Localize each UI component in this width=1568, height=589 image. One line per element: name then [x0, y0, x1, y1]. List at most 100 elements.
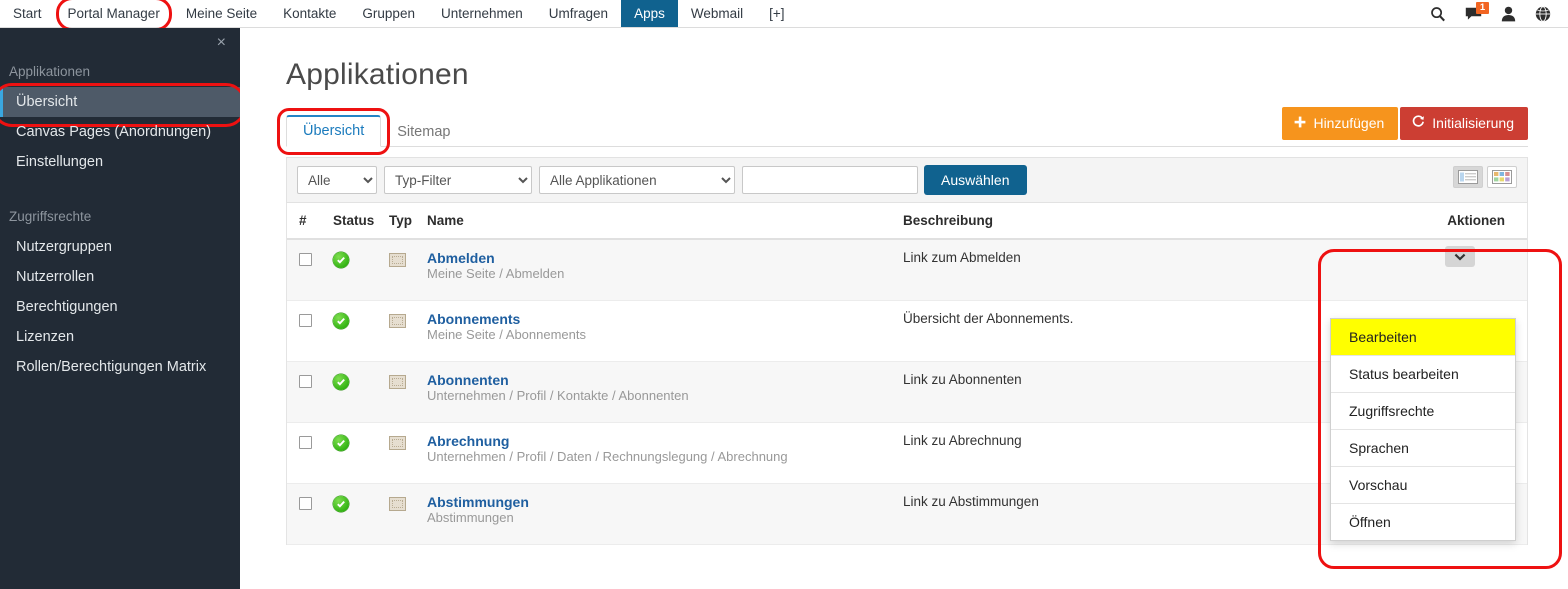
main-content: Applikationen Übersicht Sitemap Hinzufüg… — [240, 28, 1568, 589]
row-name-cell: Abmelden Meine Seite / Abmelden — [427, 250, 903, 281]
menu-item-sprachen[interactable]: Sprachen — [1331, 430, 1515, 467]
nav-item-start[interactable]: Start — [0, 0, 55, 27]
row-checkbox[interactable] — [299, 253, 312, 266]
filter-select-applications[interactable]: Alle Applikationen — [539, 166, 735, 194]
select-button[interactable]: Auswählen — [924, 165, 1027, 195]
sidebar-item-berechtigungen[interactable]: Berechtigungen — [0, 292, 240, 322]
row-name-cell: Abonnenten Unternehmen / Profil / Kontak… — [427, 372, 903, 403]
row-type-cell — [389, 311, 427, 328]
application-name-link[interactable]: Abstimmungen — [427, 494, 903, 510]
add-button[interactable]: Hinzufügen — [1282, 107, 1399, 140]
row-checkbox[interactable] — [299, 314, 312, 327]
nav-item-unternehmen[interactable]: Unternehmen — [428, 0, 536, 27]
row-checkbox[interactable] — [299, 497, 312, 510]
menu-item-oeffnen[interactable]: Öffnen — [1331, 504, 1515, 540]
search-icon[interactable] — [1429, 5, 1447, 23]
actions-dropdown-menu: Bearbeiten Status bearbeiten Zugriffsrec… — [1330, 318, 1516, 541]
search-input[interactable] — [742, 166, 918, 194]
sidebar-item-uebersicht[interactable]: Übersicht — [0, 83, 240, 127]
nav-item-portal-manager[interactable]: Portal Manager — [55, 0, 173, 31]
chevron-down-icon[interactable] — [1445, 246, 1475, 267]
close-icon[interactable]: × — [217, 35, 226, 51]
row-description: Link zu Abrechnung — [903, 433, 1022, 448]
plus-icon — [1294, 115, 1306, 131]
filter-select-all[interactable]: Alle — [297, 166, 377, 194]
nav-item-meine-seite[interactable]: Meine Seite — [173, 0, 270, 27]
status-active-icon — [333, 252, 349, 268]
row-checkbox[interactable] — [299, 375, 312, 388]
grid-view-icon[interactable] — [1487, 166, 1517, 188]
application-path: Abstimmungen — [427, 510, 514, 525]
refresh-icon — [1412, 115, 1425, 131]
row-status-cell — [333, 250, 389, 268]
page-icon — [389, 436, 406, 450]
sidebar-item-canvas-pages[interactable]: Canvas Pages (Anordnungen) — [0, 117, 240, 147]
application-path: Unternehmen / Profil / Daten / Rechnungs… — [427, 449, 788, 464]
sidebar-item-rollen-berechtigungen-matrix[interactable]: Rollen/Berechtigungen Matrix — [0, 352, 240, 382]
row-checkbox-cell — [287, 372, 333, 388]
application-name-link[interactable]: Abonnements — [427, 311, 903, 327]
application-name-link[interactable]: Abonnenten — [427, 372, 903, 388]
row-checkbox[interactable] — [299, 436, 312, 449]
table-row[interactable]: Abmelden Meine Seite / Abmelden Link zum… — [287, 240, 1527, 301]
nav-item-umfragen[interactable]: Umfragen — [536, 0, 621, 27]
status-active-icon — [333, 313, 349, 329]
filter-select-type[interactable]: Typ-Filter — [384, 166, 532, 194]
add-button-label: Hinzufügen — [1313, 115, 1385, 131]
menu-item-status-bearbeiten[interactable]: Status bearbeiten — [1331, 356, 1515, 393]
row-name-cell: Abstimmungen Abstimmungen — [427, 494, 903, 525]
column-header-status[interactable]: Status — [333, 213, 389, 228]
tab-uebersicht[interactable]: Übersicht — [276, 108, 391, 155]
row-checkbox-cell — [287, 433, 333, 449]
page-title: Applikationen — [286, 58, 469, 91]
filter-toolbar: Alle Typ-Filter Alle Applikationen Auswä… — [286, 157, 1528, 203]
page-icon — [389, 253, 406, 267]
column-header-number: # — [299, 213, 307, 228]
page-icon — [389, 314, 406, 328]
row-name-cell: Abonnements Meine Seite / Abonnements — [427, 311, 903, 342]
nav-item-apps[interactable]: Apps — [621, 0, 678, 27]
nav-item-webmail[interactable]: Webmail — [678, 0, 756, 27]
nav-item-add-more[interactable]: [+] — [756, 0, 797, 27]
nav-item-gruppen[interactable]: Gruppen — [349, 0, 428, 27]
column-header-type[interactable]: Typ — [389, 213, 427, 228]
row-description: Link zu Abonnenten — [903, 372, 1022, 387]
sidebar-group-title-zugriffsrechte: Zugriffsrechte — [9, 209, 92, 224]
column-header-description[interactable]: Beschreibung — [903, 213, 1295, 228]
content-tabs: Übersicht Sitemap Hinzufügen Initialisie… — [276, 107, 1528, 155]
globe-icon[interactable] — [1534, 5, 1552, 23]
chat-icon[interactable]: 1 — [1464, 1, 1489, 23]
initialize-button-label: Initialisierung — [1432, 115, 1514, 131]
row-type-cell — [389, 372, 427, 389]
user-icon[interactable] — [1499, 5, 1517, 23]
status-active-icon — [333, 435, 349, 451]
sidebar-item-lizenzen[interactable]: Lizenzen — [0, 322, 240, 352]
row-description: Link zum Abmelden — [903, 250, 1021, 265]
initialize-button[interactable]: Initialisierung — [1400, 107, 1528, 140]
row-description: Link zu Abstimmungen — [903, 494, 1039, 509]
sidebar-item-nutzerrollen[interactable]: Nutzerrollen — [0, 262, 240, 292]
tab-sitemap[interactable]: Sitemap — [381, 118, 466, 147]
sidebar: × Applikationen Übersicht Canvas Pages (… — [0, 28, 240, 589]
list-view-icon[interactable] — [1453, 166, 1483, 188]
column-header-name[interactable]: Name — [427, 213, 903, 228]
sidebar-item-einstellungen[interactable]: Einstellungen — [0, 147, 240, 177]
menu-item-bearbeiten[interactable]: Bearbeiten — [1331, 319, 1515, 356]
top-nav-icon-group: 1 — [1429, 0, 1568, 27]
status-active-icon — [333, 496, 349, 512]
column-header-actions: Aktionen — [1447, 213, 1505, 228]
page-icon — [389, 497, 406, 511]
menu-item-vorschau[interactable]: Vorschau — [1331, 467, 1515, 504]
application-name-link[interactable]: Abrechnung — [427, 433, 903, 449]
row-type-cell — [389, 250, 427, 267]
nav-item-kontakte[interactable]: Kontakte — [270, 0, 349, 27]
row-checkbox-cell — [287, 250, 333, 266]
menu-item-zugriffsrechte[interactable]: Zugriffsrechte — [1331, 393, 1515, 430]
sidebar-item-nutzergruppen[interactable]: Nutzergruppen — [0, 232, 240, 262]
toolbar-buttons: Hinzufügen Initialisierung — [1282, 107, 1528, 140]
view-mode-toggle — [1453, 166, 1517, 188]
row-type-cell — [389, 433, 427, 450]
row-status-cell — [333, 494, 389, 512]
application-name-link[interactable]: Abmelden — [427, 250, 903, 266]
page-icon — [389, 375, 406, 389]
